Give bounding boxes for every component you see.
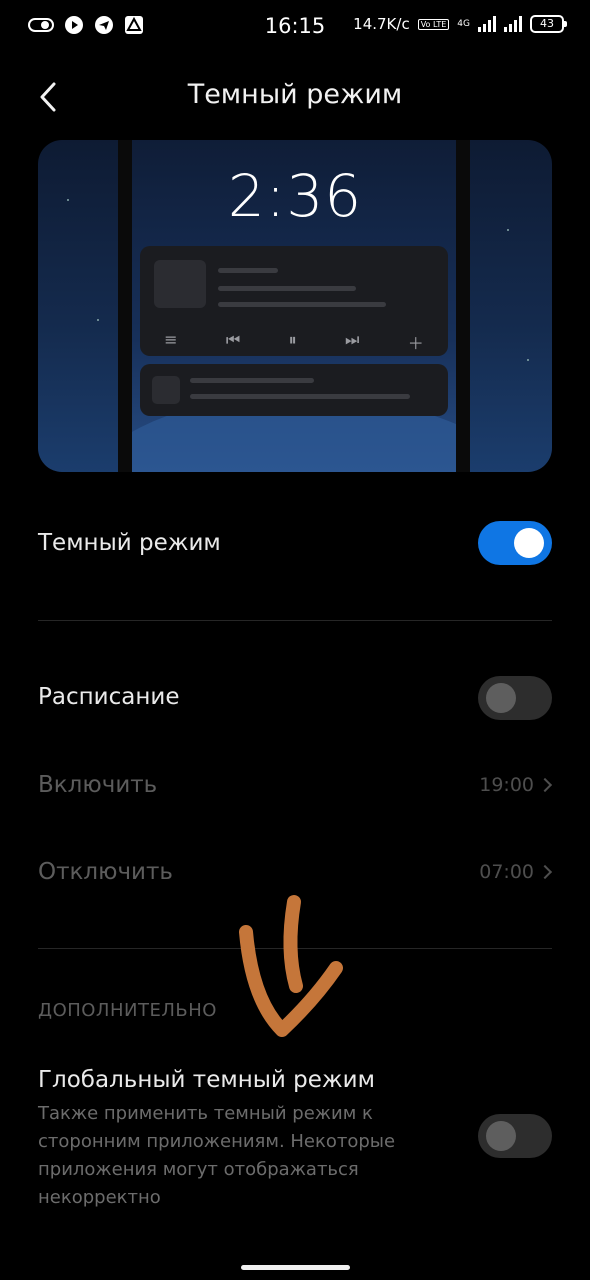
- volte-badge: Vo LTE: [417, 18, 450, 30]
- dark-mode-label: Темный режим: [38, 530, 221, 556]
- preview-text-line: [190, 378, 314, 383]
- home-indicator[interactable]: [241, 1265, 350, 1270]
- signal-icon: [478, 16, 496, 32]
- network-type: 4G: [457, 19, 470, 29]
- dark-mode-settings-screen: 16:15 14.7K/c Vo LTE 4G 43 Темный режим: [0, 0, 590, 1280]
- chevron-right-icon: [537, 864, 553, 880]
- next-track-icon: ⏭: [345, 330, 360, 349]
- previous-track-icon: ⏮: [225, 330, 241, 349]
- signal-icon-secondary: [504, 16, 522, 32]
- status-bar: 16:15 14.7K/c Vo LTE 4G 43: [0, 0, 590, 54]
- toggle-knob: [514, 528, 544, 558]
- preview-text-line: [218, 286, 356, 291]
- global-dark-mode-title: Глобальный темный режим: [38, 1067, 375, 1093]
- network-speed: 14.7K/c: [353, 15, 410, 33]
- turn-off-time[interactable]: 07:00: [479, 861, 553, 883]
- turn-on-label[interactable]: Включить: [38, 772, 157, 798]
- turn-on-time[interactable]: 19:00: [479, 774, 553, 796]
- turn-off-time-value: 07:00: [479, 861, 534, 883]
- schedule-label: Расписание: [38, 684, 180, 710]
- global-dark-mode-description: Также применить темный режим к сторонним…: [38, 1103, 396, 1208]
- dark-mode-toggle[interactable]: [478, 521, 552, 565]
- preview-text-line: [218, 302, 386, 307]
- global-dark-mode-toggle[interactable]: [478, 1114, 552, 1158]
- preview-notification-card: [140, 364, 448, 416]
- preview-clock: 2:36: [227, 162, 363, 230]
- status-icons-right: 14.7K/c Vo LTE 4G 43: [353, 15, 567, 33]
- divider: [38, 620, 552, 621]
- turn-off-label[interactable]: Отключить: [38, 859, 173, 885]
- preview-notification-thumbnail: [152, 376, 180, 404]
- page-title: Темный режим: [187, 79, 403, 110]
- preview-text-line: [190, 394, 410, 399]
- battery-icon: 43: [530, 15, 567, 33]
- schedule-toggle[interactable]: [478, 676, 552, 720]
- toggle-knob: [486, 683, 516, 713]
- list-icon: ≡: [164, 330, 178, 349]
- pause-icon: ⏸: [288, 330, 297, 349]
- preview-text-line: [218, 268, 278, 273]
- section-header-additional: ДОПОЛНИТЕЛЬНО: [38, 1000, 217, 1021]
- toggle-knob: [486, 1121, 516, 1151]
- dark-mode-preview: 2:36 ≡ ⏮ ⏸ ⏭ ＋: [38, 140, 552, 472]
- preview-media-controls: ≡ ⏮ ⏸ ⏭ ＋: [140, 330, 448, 354]
- preview-media-thumbnail: [154, 260, 206, 308]
- chevron-right-icon: [537, 777, 553, 793]
- preview-media-card: ≡ ⏮ ⏸ ⏭ ＋: [140, 246, 448, 356]
- hand-drawn-arrow-annotation: [239, 895, 343, 1037]
- turn-on-time-value: 19:00: [479, 774, 534, 796]
- plus-icon: ＋: [407, 334, 424, 353]
